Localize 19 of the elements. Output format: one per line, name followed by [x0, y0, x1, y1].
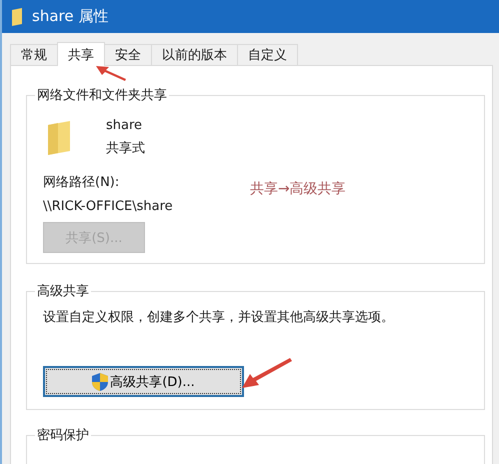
- group-title: 高级共享: [36, 283, 90, 300]
- advanced-sharing-button[interactable]: 高级共享(D)...: [43, 366, 244, 397]
- folder-name: share: [106, 118, 144, 133]
- description: 设置自定义权限，创建多个共享，并设置其他高级共享选项。: [43, 309, 394, 326]
- folder-icon: [46, 120, 72, 154]
- share-status: 共享式: [106, 140, 145, 157]
- path-label: 网络路径(N):: [43, 174, 120, 191]
- annotation-text: 共享→高级共享: [250, 180, 346, 198]
- folder-icon: [12, 8, 22, 26]
- group-title: 网络文件和文件夹共享: [36, 87, 168, 104]
- tab[interactable]: 自定义: [237, 44, 298, 65]
- network-path: \\RICK-OFFICE\share: [43, 199, 173, 214]
- shield-icon: [92, 372, 108, 390]
- group-title: 密码保护: [36, 427, 90, 444]
- annotation-arrow: [96, 66, 126, 81]
- annotation-arrow: [242, 358, 292, 388]
- tab[interactable]: 共享: [57, 42, 105, 66]
- tab[interactable]: 常规: [10, 44, 58, 65]
- window-title: share 属性: [32, 7, 108, 26]
